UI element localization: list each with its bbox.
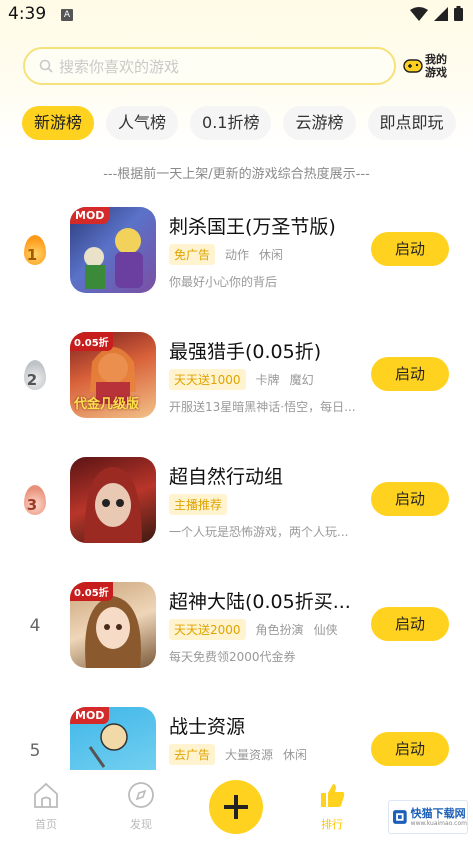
highlight-tag: 去广告 [169, 744, 216, 765]
watermark-logo: 快猫下载网 www.kuaimao.com [388, 800, 468, 834]
genre-tag: 大量资源 [225, 748, 274, 762]
launch-button[interactable]: 启动 [371, 607, 449, 641]
genre-tag: 休闲 [259, 248, 284, 262]
my-games-label-2: 游戏 [425, 66, 447, 79]
highlight-tag: 主播推荐 [169, 494, 228, 515]
ranking-tabs: 新游榜 人气榜 0.1折榜 云游榜 即点即玩 [22, 106, 468, 140]
plus-icon [224, 795, 248, 819]
watermark-title-1: 快猫 [410, 806, 433, 820]
game-tags: 天天送1000 卡牌 魔幻 [169, 369, 314, 390]
tab-instant-play[interactable]: 即点即玩 [367, 106, 456, 140]
game-tags: 天天送2000 角色扮演 仙侠 [169, 619, 338, 640]
game-description: 每天免费领2000代金券 [169, 650, 296, 664]
genre-tag: 角色扮演 [255, 623, 304, 637]
tab-discount[interactable]: 0.1折榜 [190, 106, 272, 140]
battery-icon [454, 6, 463, 21]
nav-ranking-label: 排行 [321, 818, 343, 831]
launch-button[interactable]: 启动 [371, 482, 449, 516]
rank-badge: 1 [18, 231, 52, 271]
watermark-url: www.kuaimao.com [410, 819, 467, 827]
nav-ranking[interactable]: 排行 [302, 780, 362, 832]
rank-badge: 3 [18, 481, 52, 521]
genre-tag: 卡牌 [255, 373, 280, 387]
tab-new-games[interactable]: 新游榜 [22, 106, 95, 140]
my-games-label-1: 我的 [425, 53, 447, 66]
game-icon[interactable]: 0.05折 [70, 582, 156, 668]
game-title[interactable]: 最强猎手(0.05折) [169, 337, 321, 364]
tab-popular[interactable]: 人气榜 [106, 106, 179, 140]
rank-badge: 5 [29, 741, 41, 761]
home-icon [34, 782, 58, 808]
signal-icon [434, 6, 448, 21]
status-time: 4:39 [8, 4, 47, 24]
nav-home-label: 首页 [35, 818, 57, 831]
gamepad-icon [403, 59, 423, 73]
compass-icon [128, 782, 154, 808]
watermark-title-2: 下载网 [432, 806, 466, 820]
launch-button[interactable]: 启动 [371, 232, 449, 266]
ranking-subtitle: ---根据前一天上架/更新的游戏综合热度展示--- [103, 167, 370, 182]
game-title[interactable]: 刺杀国王(万圣节版) [169, 212, 336, 239]
system-icons [410, 6, 463, 21]
game-list-item[interactable]: 2 0.05折 代金几级版 最强猎手(0.05折) 天天送1000 卡牌 魔幻 … [0, 332, 473, 442]
icon-caption: 代金几级版 [74, 397, 140, 412]
site-logo-icon [393, 810, 407, 824]
mod-badge: MOD [70, 207, 110, 224]
game-list-item[interactable]: 4 0.05折 超神大陆(0.05折买... 天天送2000 角色扮演 仙侠 每… [0, 582, 473, 692]
wifi-icon [410, 6, 428, 21]
launch-button[interactable]: 启动 [371, 357, 449, 391]
thumbs-up-icon [321, 784, 345, 807]
tab-cloud[interactable]: 云游榜 [283, 106, 356, 140]
genre-tag: 仙侠 [313, 623, 338, 637]
game-icon[interactable]: 0.05折 代金几级版 [70, 332, 156, 418]
rank-badge: 4 [29, 616, 41, 636]
my-games-button[interactable]: 我的 游戏 [403, 48, 453, 84]
game-title[interactable]: 超自然行动组 [169, 462, 283, 489]
genre-tag: 休闲 [283, 748, 308, 762]
game-list-item[interactable]: 1 MOD 刺杀国王(万圣节版) 免广告 动作 休闲 你最好小心你的背后 启动 [0, 207, 473, 317]
game-description: 你最好小心你的背后 [169, 275, 278, 289]
game-list-item[interactable]: 3 超自然行动组 主播推荐 一个人玩是恐怖游戏，两个人玩... 启动 [0, 457, 473, 567]
game-icon[interactable] [70, 457, 156, 543]
game-title[interactable]: 战士资源 [169, 712, 245, 739]
status-bar: 4:39 A [0, 0, 473, 32]
rank-badge: 2 [18, 356, 52, 396]
mod-badge: MOD [70, 707, 110, 724]
game-tags: 去广告 大量资源 休闲 [169, 744, 307, 765]
nav-home[interactable]: 首页 [16, 780, 76, 832]
nav-discover-label: 发现 [130, 818, 152, 831]
game-icon[interactable]: MOD [70, 707, 156, 771]
discount-badge: 0.05折 [70, 332, 113, 351]
search-bar[interactable]: 搜索你喜欢的游戏 [23, 47, 396, 85]
highlight-tag: 天天送1000 [169, 369, 246, 390]
highlight-tag: 免广告 [169, 244, 216, 265]
search-icon [39, 59, 53, 73]
notification-icon: A [61, 9, 73, 21]
game-tags: 免广告 动作 休闲 [169, 244, 283, 265]
add-button[interactable] [209, 780, 263, 834]
genre-tag: 动作 [225, 248, 250, 262]
discount-badge: 0.05折 [70, 582, 113, 601]
genre-tag: 魔幻 [289, 373, 314, 387]
game-description: 一个人玩是恐怖游戏，两个人玩... [169, 525, 349, 539]
game-title[interactable]: 超神大陆(0.05折买... [169, 587, 351, 614]
game-tags: 主播推荐 [169, 494, 228, 515]
nav-discover[interactable]: 发现 [111, 780, 171, 832]
highlight-tag: 天天送2000 [169, 619, 246, 640]
game-description: 开服送13星暗黑神话·悟空，每日... [169, 400, 356, 414]
game-list-item[interactable]: 5 MOD 战士资源 去广告 大量资源 休闲 启动 [0, 707, 473, 771]
game-icon[interactable]: MOD [70, 207, 156, 293]
launch-button[interactable]: 启动 [371, 732, 449, 766]
search-input[interactable]: 搜索你喜欢的游戏 [59, 56, 179, 77]
